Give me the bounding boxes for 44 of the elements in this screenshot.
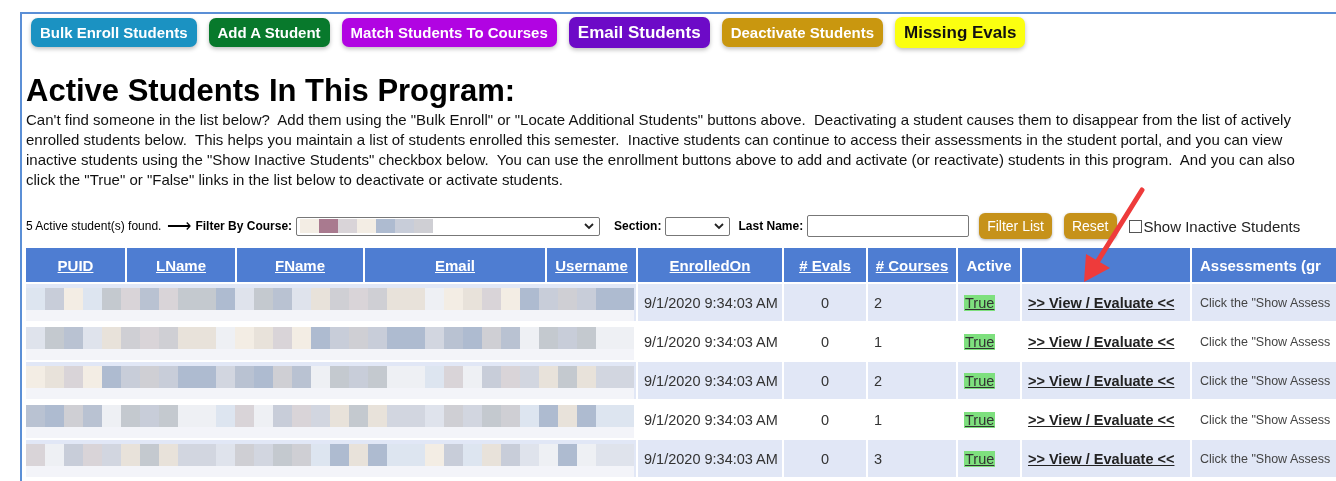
table-cell: 0: [784, 440, 866, 477]
reset-button[interactable]: Reset: [1063, 213, 1117, 239]
table-cell: 9/1/2020 9:34:03 AM: [638, 440, 782, 477]
column-header[interactable]: # Courses: [868, 248, 956, 282]
active-link[interactable]: True: [964, 450, 996, 467]
description-text: Can't find someone in the list below? Add them using the "Bulk Enroll" or "Locate Additional Students" buttons above. Deactivating a student causes them to disappear from the list of actively enrolled students below. This helps you maintain a list of students enrolled this semester. Inactive students can continue to access their assessments in the student portal, and you can view inactive students using the "Show Inactive Students" checkbox below. You can use the enrollment buttons above to add and activate (or reactivate) students in this program. And you can also click the "True" or "False" links in the list below to deactivate or activate students.: [26, 110, 1296, 190]
table-cell: 9/1/2020 9:34:03 AM: [638, 362, 782, 399]
table-cell: 3: [868, 440, 956, 477]
column-header[interactable]: Username: [547, 248, 636, 282]
table-cell: Click the "Show Assess: [1192, 284, 1336, 321]
column-header[interactable]: LName: [127, 248, 235, 282]
checkbox-label: Show Inactive Students: [1143, 217, 1301, 235]
table-cell: Click the "Show Assess: [1192, 440, 1336, 477]
column-header: Assessments (gr: [1192, 248, 1336, 282]
column-header[interactable]: # Evals: [784, 248, 866, 282]
column-header[interactable]: Email: [365, 248, 545, 282]
column-header[interactable]: PUID: [26, 248, 125, 282]
result-count: 5 Active student(s) found.: [26, 219, 162, 233]
action-button[interactable]: Email Students: [568, 17, 710, 48]
active-link[interactable]: True: [964, 294, 996, 311]
action-button[interactable]: Add A Student: [208, 18, 330, 47]
course-filter-label: Filter By Course:: [195, 219, 293, 233]
active-link[interactable]: True: [964, 333, 996, 350]
column-header[interactable]: EnrolledOn: [638, 248, 782, 282]
section-label: Section:: [614, 219, 662, 233]
table-cell: 0: [784, 362, 866, 399]
arrow-icon: ⟶: [167, 215, 192, 237]
column-header[interactable]: FName: [237, 248, 363, 282]
action-button[interactable]: Missing Evals: [895, 17, 1026, 48]
page-heading: Active Students In This Program:: [26, 74, 517, 108]
view-evaluate-link[interactable]: >> View / Evaluate <<: [1028, 333, 1175, 350]
table-cell: 0: [784, 284, 866, 321]
action-button[interactable]: Match Students To Courses: [341, 18, 557, 47]
column-header: Active: [958, 248, 1020, 282]
table-cell: 2: [868, 362, 956, 399]
active-link[interactable]: True: [964, 372, 996, 389]
filter-button[interactable]: Filter List: [979, 213, 1052, 239]
active-link[interactable]: True: [964, 411, 996, 428]
view-evaluate-link[interactable]: >> View / Evaluate <<: [1028, 411, 1175, 428]
last-name-label: Last Name:: [738, 219, 804, 233]
table-cell: 2: [868, 284, 956, 321]
action-button[interactable]: Bulk Enroll Students: [31, 18, 197, 47]
table-cell: Click the "Show Assess: [1192, 362, 1336, 399]
table-cell: 9/1/2020 9:34:03 AM: [638, 284, 782, 321]
